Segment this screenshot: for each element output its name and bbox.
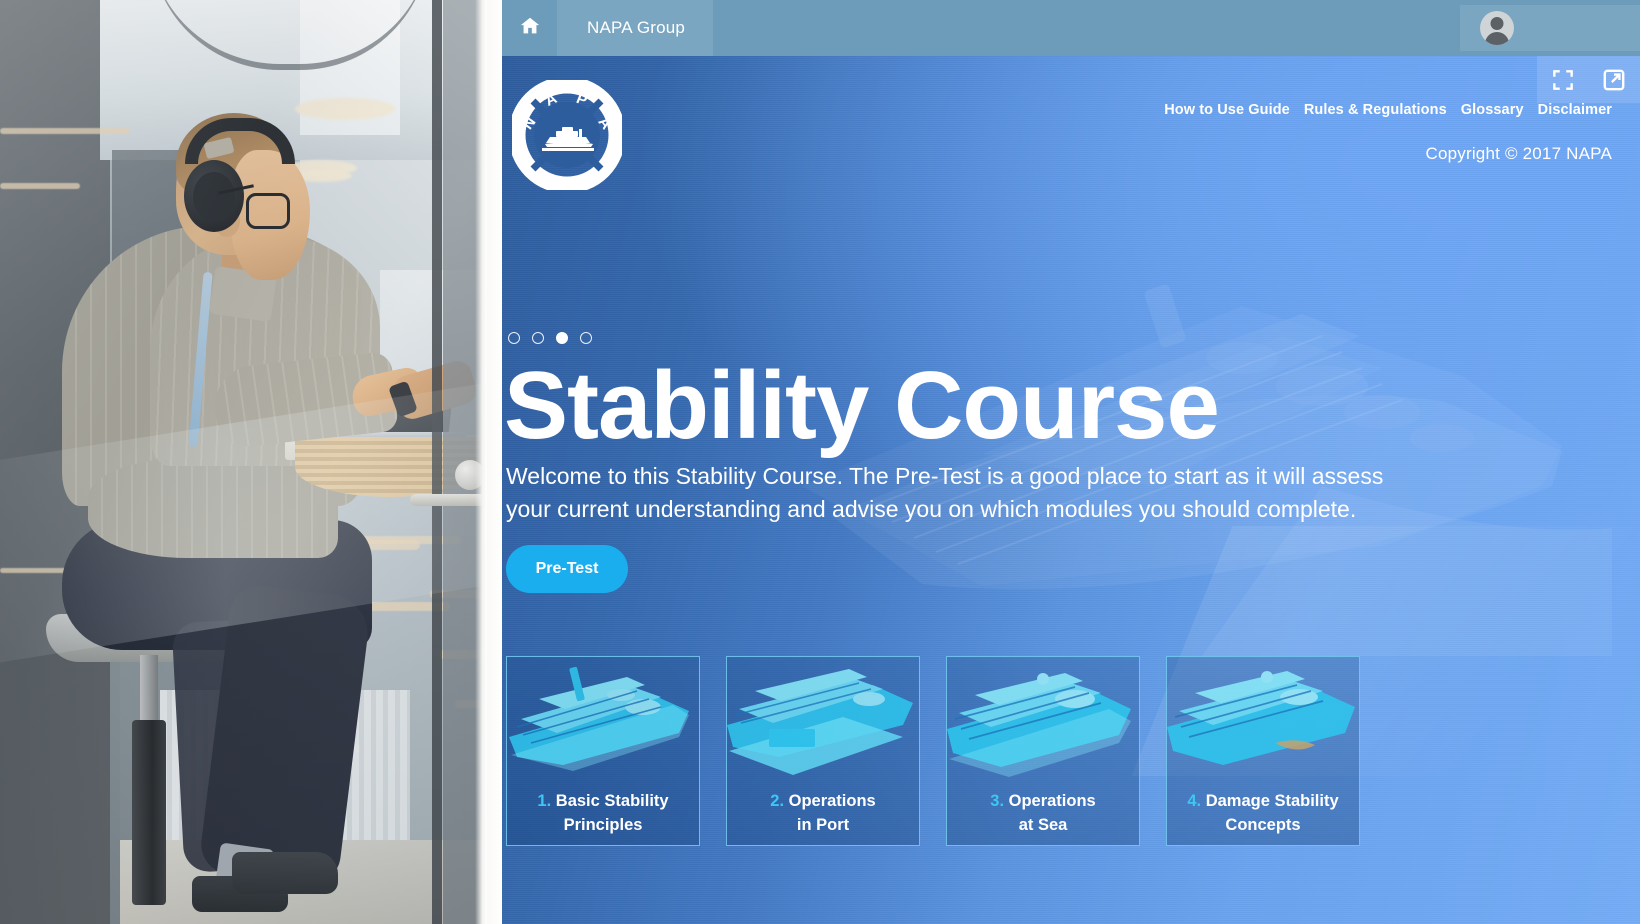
module-card-number: 4. <box>1187 792 1206 811</box>
module-ship-illustration <box>947 659 1139 787</box>
window-controls <box>1537 56 1640 103</box>
module-card-number: 1. <box>537 792 556 811</box>
module-card-label: 2. Operations in Port <box>727 790 919 837</box>
module-card-4-damage-stability-concepts[interactable]: 4. Damage Stability Concepts <box>1166 656 1360 846</box>
photo-person-shoe <box>232 852 338 894</box>
module-card-2-operations-in-port[interactable]: 2. Operations in Port <box>726 656 920 846</box>
module-card-title-line1: Operations <box>1008 792 1096 811</box>
app-screen: NAPA Group N A P A How to Use Guide Rule… <box>0 0 1640 924</box>
photo-edge-fade <box>475 0 487 924</box>
carousel-dot-4[interactable] <box>580 332 592 344</box>
panel-divider <box>487 0 502 924</box>
carousel-dot-1[interactable] <box>508 332 520 344</box>
carousel-dot-2[interactable] <box>532 332 544 344</box>
photo-headphones-earcup <box>193 172 235 222</box>
carousel-dot-3[interactable] <box>556 332 568 344</box>
module-card-label: 3. Operations at Sea <box>947 790 1139 837</box>
module-card-title-line1: Damage Stability <box>1205 792 1339 811</box>
photo-light-reflection <box>0 128 130 134</box>
hero-description: Welcome to this Stability Course. The Pr… <box>506 463 1384 522</box>
user-avatar-icon <box>1480 11 1514 45</box>
module-card-1-basic-stability-principles[interactable]: 1. Basic Stability Principles <box>506 656 700 846</box>
photo-booth-frame <box>432 0 442 924</box>
fullscreen-icon[interactable] <box>1550 67 1576 93</box>
nav-link-rules-regulations[interactable]: Rules & Regulations <box>1304 102 1447 118</box>
nav-link-disclaimer[interactable]: Disclaimer <box>1538 102 1612 118</box>
module-card-label: 1. Basic Stability Principles <box>507 790 699 837</box>
module-card-title-line1: Basic Stability <box>555 792 669 811</box>
nav-link-glossary[interactable]: Glossary <box>1461 102 1524 118</box>
breadcrumb-home-button[interactable] <box>502 0 557 56</box>
module-card-title-line2: at Sea <box>1018 815 1068 834</box>
copyright-text: Copyright © 2017 NAPA <box>1425 144 1612 163</box>
photo-stool-column <box>132 720 166 905</box>
photo-eyeglasses-lens <box>246 193 290 229</box>
breadcrumb-item-napa-group[interactable]: NAPA Group <box>557 0 714 56</box>
module-ship-illustration <box>1167 659 1359 787</box>
module-card-number: 2. <box>770 792 789 811</box>
module-ship-illustration <box>507 659 699 787</box>
utility-nav: How to Use Guide Rules & Regulations Glo… <box>1164 102 1612 118</box>
module-card-title-line2: in Port <box>796 815 850 834</box>
module-card-label: 4. Damage Stability Concepts <box>1167 790 1359 837</box>
breadcrumb-item-label: NAPA Group <box>587 18 686 37</box>
home-icon <box>519 15 541 42</box>
module-card-title-line2: Principles <box>563 815 643 834</box>
carousel-indicators <box>508 332 592 344</box>
photo-stool-post <box>140 655 158 725</box>
module-card-3-operations-at-sea[interactable]: 3. Operations at Sea <box>946 656 1140 846</box>
open-in-new-window-icon[interactable] <box>1601 67 1627 93</box>
module-card-title-line1: Operations <box>788 792 876 811</box>
photo-light-reflection <box>0 183 80 189</box>
module-card-title-line2: Concepts <box>1225 815 1301 834</box>
photo-ceiling-lamp <box>295 98 395 120</box>
user-menu-button[interactable] <box>1460 5 1640 51</box>
module-ship-illustration <box>727 659 919 787</box>
pre-test-button[interactable]: Pre-Test <box>506 545 628 593</box>
module-card-number: 3. <box>990 792 1009 811</box>
nav-link-how-to-use-guide[interactable]: How to Use Guide <box>1164 102 1290 118</box>
hero-photo-office-worker <box>0 0 487 924</box>
breadcrumb-bar: NAPA Group <box>502 0 1640 56</box>
course-hero-banner: N A P A How to Use Guide Rules & Regulat… <box>502 56 1640 924</box>
module-card-list: 1. Basic Stability Principles 2. Operati… <box>506 656 1576 856</box>
napa-logo: N A P A <box>508 76 626 194</box>
page-title: Stability Course <box>504 352 1220 459</box>
